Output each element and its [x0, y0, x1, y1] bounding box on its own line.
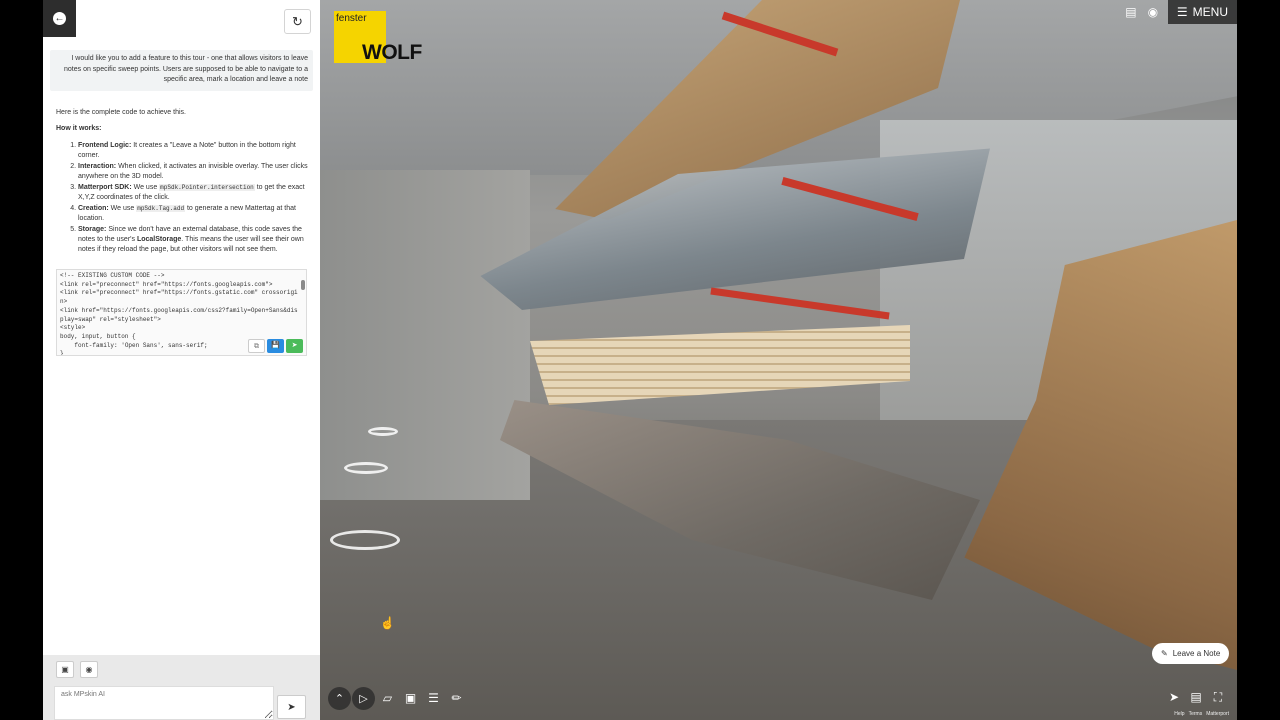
panel-header: ← ↻ — [43, 0, 320, 40]
menu-button[interactable]: ☰ MENU — [1167, 0, 1237, 24]
sweep-point[interactable] — [368, 427, 398, 436]
refresh-button[interactable]: ↻ — [284, 9, 311, 34]
apply-code-button[interactable]: ➤ — [286, 339, 303, 353]
sweep-point[interactable] — [330, 530, 400, 550]
help-link[interactable]: Help — [1174, 711, 1184, 717]
back-button[interactable]: ← — [43, 0, 76, 37]
viewer-bottom-right-controls: ➤ ▤ ⛶ — [1165, 688, 1227, 706]
save-code-button[interactable]: 💾 — [267, 339, 284, 353]
reply-intro: Here is the complete code to achieve thi… — [56, 109, 186, 116]
mouse-cursor-icon: ☝ — [380, 616, 395, 630]
pencil-icon: ✎ — [1161, 649, 1168, 658]
play-icon[interactable]: ▷ — [352, 686, 375, 710]
dollhouse-icon[interactable]: ▱ — [376, 687, 399, 710]
user-message: I would like you to add a feature to thi… — [50, 50, 313, 91]
screenshot-icon: ◉ — [85, 665, 93, 674]
floors-icon[interactable]: ☰ — [422, 687, 445, 710]
fullscreen-icon[interactable]: ⛶ — [1209, 688, 1227, 706]
attach-image-button[interactable]: ▣ — [56, 661, 74, 678]
code-block[interactable]: <!-- EXISTING CUSTOM CODE --> <link rel=… — [56, 269, 307, 356]
scene-planks — [530, 325, 910, 405]
send-button[interactable]: ➤ — [277, 695, 306, 719]
chat-composer: ▣ ◉ ➤ — [43, 655, 320, 720]
menu-label: MENU — [1192, 5, 1228, 19]
chevron-up-icon[interactable]: ⌃ — [328, 686, 351, 710]
camera-icon[interactable]: ◉ — [1142, 1, 1164, 23]
scene-red-beam — [710, 287, 890, 320]
sweep-point[interactable] — [344, 462, 388, 474]
list-item: Frontend Logic: It creates a "Leave a No… — [78, 141, 308, 161]
code-actions: ⧉ 💾 ➤ — [248, 339, 303, 353]
viewer-top-controls: ▤ ◉ ☰ MENU — [1120, 0, 1237, 24]
viewer-footer: Help Terms Matterport — [1174, 711, 1229, 717]
send-icon: ➤ — [287, 701, 296, 713]
screenshot-button[interactable]: ◉ — [80, 661, 98, 678]
tour-viewer[interactable]: fenster WOLF ▤ ◉ ☰ MENU ⌃ ▷ ▱ ▣ ☰ ✏ ☝ ✎ … — [320, 0, 1237, 720]
app-frame: ← ↻ I would like you to add a feature to… — [43, 0, 1237, 720]
measure-icon[interactable]: ✏ — [445, 687, 468, 710]
refresh-icon: ↻ — [292, 13, 303, 29]
ai-chat-panel: ← ↻ I would like you to add a feature to… — [43, 0, 320, 720]
hamburger-icon: ☰ — [1176, 5, 1188, 19]
list-item: Interaction: When clicked, it activates … — [78, 162, 308, 182]
leave-note-label: Leave a Note — [1172, 649, 1221, 658]
scene-wall-left — [320, 170, 530, 500]
list-item: Matterport SDK: We use mpSdk.Pointer.int… — [78, 183, 308, 203]
matterport-link[interactable]: Matterport — [1206, 711, 1229, 717]
copy-code-button[interactable]: ⧉ — [248, 339, 265, 353]
reply-steps-list: Frontend Logic: It creates a "Leave a No… — [56, 141, 308, 255]
terms-link[interactable]: Terms — [1189, 711, 1203, 717]
viewer-bottom-toolbar: ⌃ ▷ ▱ ▣ ☰ ✏ — [328, 686, 468, 710]
image-icon: ▣ — [61, 665, 69, 674]
logo-text-small: fenster — [336, 13, 367, 24]
vr-headset-icon[interactable]: ▤ — [1120, 1, 1142, 23]
reply-how-heading: How it works: — [56, 125, 102, 132]
vr-icon[interactable]: ▤ — [1187, 688, 1205, 706]
list-item: Storage: Since we don't have an external… — [78, 225, 308, 255]
chat-input[interactable] — [54, 686, 274, 720]
list-item: Creation: We use mpSdk.Tag.add to genera… — [78, 204, 308, 224]
share-icon[interactable]: ➤ — [1165, 688, 1183, 706]
logo-text-big: WOLF — [362, 41, 422, 64]
floorplan-icon[interactable]: ▣ — [399, 687, 422, 710]
leave-note-button[interactable]: ✎ Leave a Note — [1152, 643, 1230, 664]
arrow-left-icon: ← — [53, 12, 66, 25]
assistant-reply: Here is the complete code to achieve thi… — [56, 108, 308, 256]
